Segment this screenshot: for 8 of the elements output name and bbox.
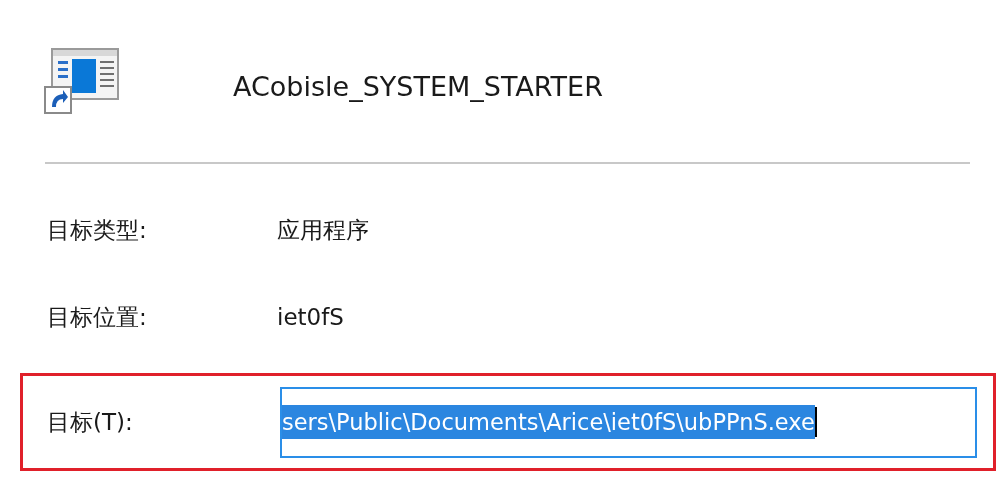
shortcut-name: ACobisle_SYSTEM_STARTER — [233, 70, 603, 102]
property-value: 应用程序 — [277, 215, 369, 245]
property-label: 目标位置: — [47, 302, 148, 332]
target-label: 目标(T): — [47, 407, 134, 437]
shortcut-app-icon — [44, 47, 120, 117]
property-label: 目标类型: — [47, 215, 148, 245]
target-input-field[interactable]: sers\Public\Documents\Arice\iet0fS\ubPPnS.exe — [280, 386, 977, 458]
property-value: iet0fS — [277, 304, 344, 330]
